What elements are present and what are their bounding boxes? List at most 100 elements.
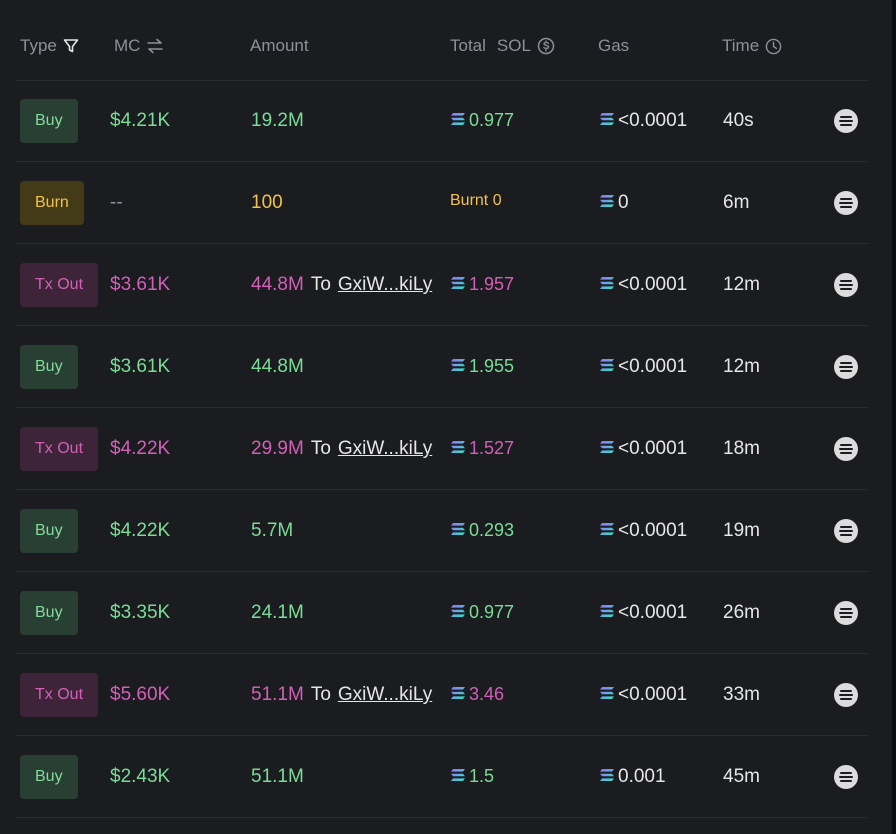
amount-value: 5.7M xyxy=(251,520,294,541)
gas-cell: 0.001 xyxy=(599,766,666,788)
gas-cell: <0.0001 xyxy=(599,110,687,132)
total-value: 0.293 xyxy=(469,520,515,540)
gas-value: <0.0001 xyxy=(618,110,688,131)
amount-header: Amount xyxy=(250,36,309,56)
table-row[interactable]: Tx Out $5.60K 51.1M To GxiW...kiLy 3.46 <0… xyxy=(0,654,896,736)
solana-icon xyxy=(599,520,618,542)
table-row[interactable]: Buy $4.21K 19.2M 0.977 <0.0001 40s xyxy=(0,80,896,162)
market-cap: $4.21K xyxy=(110,110,171,131)
amount-cell: 24.1M xyxy=(251,602,304,624)
market-cap: $3.61K xyxy=(110,356,171,377)
menu-icon[interactable] xyxy=(834,683,858,707)
type-badge: Tx Out xyxy=(20,427,99,471)
solana-icon xyxy=(450,684,469,705)
amount-cell: 5.7M xyxy=(251,520,293,542)
time-value: 12m xyxy=(723,274,760,295)
recipient-address-link[interactable]: GxiW...kiLy xyxy=(338,438,432,460)
amount-value: 29.9M xyxy=(251,438,304,459)
type-badge: Buy xyxy=(20,99,78,143)
total-cell: 0.977 xyxy=(450,602,514,623)
total-value: 1.955 xyxy=(469,356,515,376)
total-cell: 1.957 xyxy=(450,274,514,295)
type-header-label: Type xyxy=(20,36,57,55)
menu-icon[interactable] xyxy=(834,437,858,461)
table-row[interactable]: Buy $2.43K 51.1M 1.5 0.001 45m xyxy=(0,736,896,818)
to-label: To xyxy=(310,438,331,459)
amount-cell: 44.8M To GxiW...kiLy xyxy=(251,274,432,296)
market-cap: $4.22K xyxy=(110,438,171,459)
solana-icon xyxy=(450,520,469,541)
total-cell: 0.293 xyxy=(450,520,514,541)
mc-header[interactable]: MC xyxy=(114,36,164,56)
total-cell: Burnt 0 xyxy=(450,192,502,210)
amount-value: 24.1M xyxy=(251,602,304,623)
type-header[interactable]: Type xyxy=(20,36,79,56)
amount-value: 51.1M xyxy=(251,766,304,787)
total-header: Total SOL xyxy=(450,36,555,56)
table-row[interactable]: Tx Out $4.22K 29.9M To GxiW...kiLy 1.527 <… xyxy=(0,408,896,490)
solana-icon xyxy=(599,602,618,624)
gas-value: <0.0001 xyxy=(618,602,688,623)
menu-icon[interactable] xyxy=(834,191,858,215)
menu-icon[interactable] xyxy=(834,273,858,297)
total-cell: 0.977 xyxy=(450,110,514,131)
type-badge: Buy xyxy=(20,345,78,389)
time-value: 19m xyxy=(723,520,760,541)
solana-icon xyxy=(450,438,469,459)
table-row[interactable]: Buy $3.61K 44.8M 1.955 <0.0001 12m xyxy=(0,326,896,408)
table-row[interactable]: Burn -- 100 Burnt 0 0 6m xyxy=(0,162,896,244)
total-value: Burnt 0 xyxy=(450,192,502,209)
gas-cell: 0 xyxy=(599,192,629,214)
to-label: To xyxy=(310,274,331,295)
amount-cell: 51.1M To GxiW...kiLy xyxy=(251,684,432,706)
sol-header-label[interactable]: SOL xyxy=(497,36,531,56)
table-row[interactable]: Buy $3.35K 24.1M 0.977 <0.0001 26m xyxy=(0,572,896,654)
amount-value: 44.8M xyxy=(251,356,304,377)
time-header[interactable]: Time xyxy=(722,36,782,56)
amount-header-label: Amount xyxy=(250,36,309,55)
time-value: 12m xyxy=(723,356,760,377)
menu-icon[interactable] xyxy=(834,765,858,789)
type-badge: Tx Out xyxy=(20,673,99,717)
solana-icon xyxy=(450,274,469,295)
gas-cell: <0.0001 xyxy=(599,602,687,624)
market-cap: $2.43K xyxy=(110,766,171,787)
gas-value: <0.0001 xyxy=(618,274,688,295)
type-badge: Tx Out xyxy=(20,263,99,307)
recipient-address-link[interactable]: GxiW...kiLy xyxy=(338,684,432,706)
menu-icon[interactable] xyxy=(834,601,858,625)
market-cap: $3.61K xyxy=(110,274,171,295)
gas-value: <0.0001 xyxy=(618,520,688,541)
solana-icon xyxy=(450,110,469,131)
filter-icon[interactable] xyxy=(63,38,79,54)
time-value: 40s xyxy=(723,110,754,131)
amount-value: 19.2M xyxy=(251,110,304,131)
market-cap: -- xyxy=(110,192,123,213)
currency-icon[interactable] xyxy=(537,37,555,55)
gas-value: 0.001 xyxy=(618,766,666,787)
swap-icon[interactable] xyxy=(146,38,164,54)
gas-value: <0.0001 xyxy=(618,356,688,377)
table-row[interactable]: Tx Out $3.61K 44.8M To GxiW...kiLy 1.957 <… xyxy=(0,244,896,326)
time-value: 18m xyxy=(723,438,760,459)
solana-icon xyxy=(599,684,618,706)
clock-icon[interactable] xyxy=(765,38,782,55)
gas-cell: <0.0001 xyxy=(599,520,687,542)
total-value: 1.527 xyxy=(469,438,515,458)
recipient-address-link[interactable]: GxiW...kiLy xyxy=(338,274,432,296)
total-value: 0.977 xyxy=(469,110,515,130)
menu-icon[interactable] xyxy=(834,519,858,543)
time-value: 6m xyxy=(723,192,750,213)
total-value: 3.46 xyxy=(469,684,505,704)
gas-value: <0.0001 xyxy=(618,684,688,705)
menu-icon[interactable] xyxy=(834,355,858,379)
total-cell: 3.46 xyxy=(450,684,504,705)
menu-icon[interactable] xyxy=(834,109,858,133)
gas-header: Gas xyxy=(598,36,629,56)
gas-value: <0.0001 xyxy=(618,438,688,459)
time-value: 45m xyxy=(723,766,760,787)
solana-icon xyxy=(450,602,469,623)
table-row[interactable]: Buy $4.22K 5.7M 0.293 <0.0001 19m xyxy=(0,490,896,572)
time-value: 33m xyxy=(723,684,760,705)
amount-value: 100 xyxy=(251,192,283,213)
